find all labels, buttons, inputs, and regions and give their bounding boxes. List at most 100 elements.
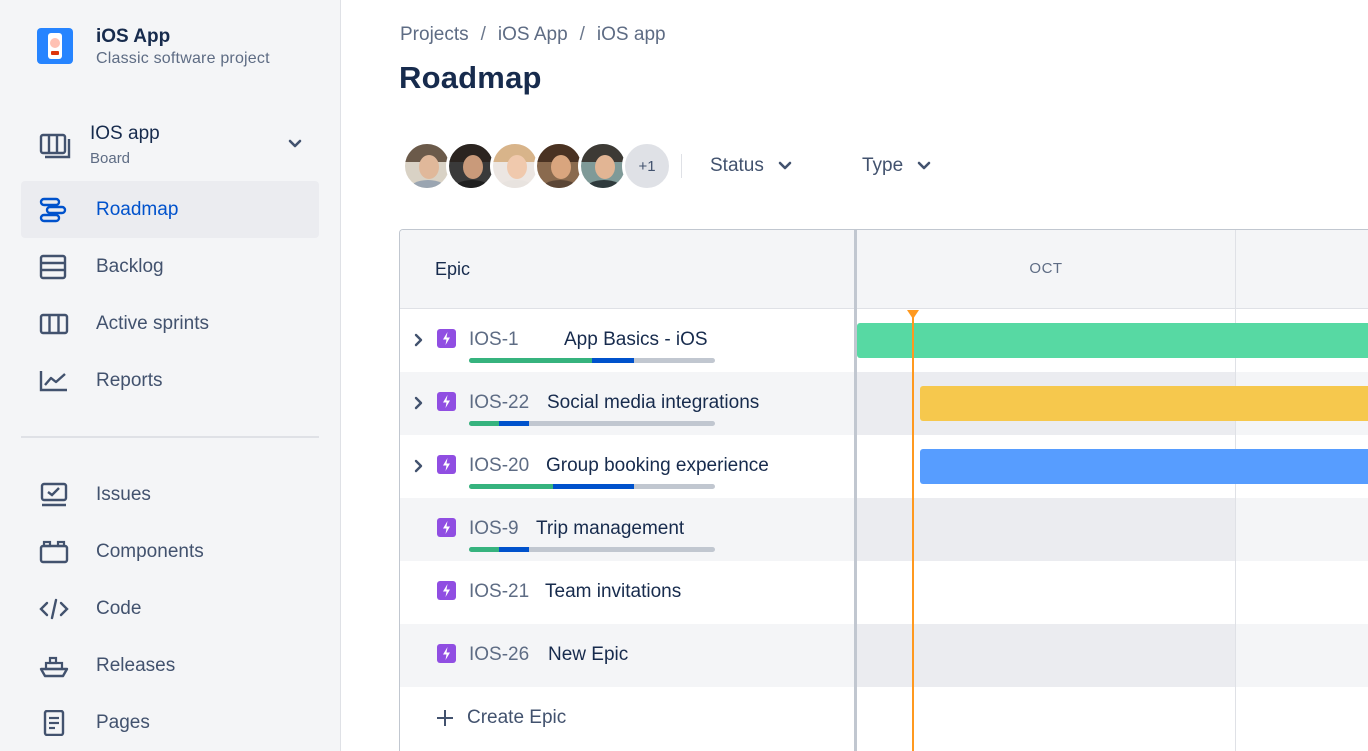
board-selector[interactable]: IOS app Board — [21, 114, 319, 174]
type-filter[interactable]: Type — [862, 155, 931, 177]
avatar[interactable] — [490, 141, 540, 191]
line-chart-icon — [39, 371, 67, 392]
timeline-row — [857, 624, 1368, 687]
plus-icon — [437, 710, 453, 726]
project-type: Classic software project — [96, 50, 270, 67]
nav-components[interactable]: Components — [21, 523, 319, 580]
progress-in-progress — [499, 421, 529, 426]
epic-row[interactable]: IOS-20 Group booking experience — [400, 435, 854, 498]
more-avatars-badge[interactable]: +1 — [622, 141, 672, 191]
project-name: iOS App — [96, 26, 171, 47]
timeline-row — [857, 435, 1368, 498]
avatar[interactable] — [578, 141, 628, 191]
nav-issues-label: Issues — [96, 484, 151, 505]
roadmap-grid: Epic IOS-1 App Basics - iOS IOS-22 Social m… — [399, 229, 1368, 751]
create-epic-button[interactable]: Create Epic — [435, 707, 566, 729]
month-label: OCT — [1029, 260, 1063, 277]
epic-row[interactable]: IOS-22 Social media integrations — [400, 372, 854, 435]
epic-key[interactable]: IOS-1 — [469, 329, 519, 351]
nav-components-label: Components — [96, 541, 204, 562]
epic-key[interactable]: IOS-9 — [469, 518, 519, 540]
project-avatar-icon — [37, 28, 73, 64]
progress-done — [469, 547, 499, 552]
project-header[interactable]: iOS App Classic software project — [37, 26, 270, 67]
epic-lightning-icon — [437, 518, 456, 537]
nav-roadmap[interactable]: Roadmap — [21, 181, 319, 238]
epic-progress-bar — [469, 484, 715, 489]
epic-progress-bar — [469, 547, 715, 552]
nav-releases[interactable]: Releases — [21, 637, 319, 694]
avatar[interactable] — [402, 141, 452, 191]
nav-code-label: Code — [96, 598, 142, 619]
epic-row[interactable]: IOS-1 App Basics - iOS — [400, 309, 854, 372]
timeline-header: OCT — [857, 230, 1368, 309]
code-icon — [39, 598, 69, 620]
epic-row[interactable]: IOS-26 New Epic — [400, 624, 854, 687]
progress-done — [469, 358, 592, 363]
nav-issues[interactable]: Issues — [21, 466, 319, 523]
epic-name[interactable]: Trip management — [536, 518, 684, 540]
board-type: Board — [90, 150, 131, 167]
epic-name[interactable]: Group booking experience — [546, 455, 769, 477]
chevron-right-icon[interactable] — [414, 459, 424, 473]
timeline-row — [857, 372, 1368, 435]
page-title: Roadmap — [399, 60, 542, 95]
epic-column: Epic IOS-1 App Basics - iOS IOS-22 Social m… — [400, 230, 857, 751]
epic-name[interactable]: App Basics - iOS — [564, 329, 708, 351]
epic-key[interactable]: IOS-26 — [469, 644, 529, 666]
nav-reports[interactable]: Reports — [21, 352, 319, 409]
epic-header-label: Epic — [435, 259, 471, 279]
chevron-right-icon[interactable] — [414, 396, 424, 410]
epic-row[interactable]: IOS-21 Team invitations — [400, 561, 854, 624]
timeline-row — [857, 309, 1368, 372]
avatar[interactable] — [446, 141, 496, 191]
breadcrumb-separator: / — [480, 24, 486, 45]
status-filter[interactable]: Status — [710, 155, 792, 177]
components-icon — [39, 540, 69, 564]
chevron-down-icon — [778, 161, 792, 170]
nav-active-sprints-label: Active sprints — [96, 313, 209, 334]
nav-backlog-label: Backlog — [96, 256, 164, 277]
today-marker — [912, 312, 914, 751]
breadcrumb-separator: / — [579, 24, 585, 45]
issues-icon — [40, 482, 68, 507]
nav-pages[interactable]: Pages — [21, 694, 319, 751]
epic-progress-bar — [469, 358, 715, 363]
breadcrumb-project[interactable]: iOS App — [498, 24, 568, 46]
ship-icon — [39, 656, 69, 678]
epic-row[interactable]: IOS-9 Trip management — [400, 498, 854, 561]
epic-timeline-bar[interactable] — [920, 449, 1368, 484]
epic-name[interactable]: Team invitations — [545, 581, 681, 603]
nav-active-sprints[interactable]: Active sprints — [21, 295, 319, 352]
epic-key[interactable]: IOS-20 — [469, 455, 529, 477]
epic-key[interactable]: IOS-21 — [469, 581, 529, 603]
progress-done — [469, 421, 499, 426]
epic-lightning-icon — [437, 644, 456, 663]
epic-name[interactable]: New Epic — [548, 644, 628, 666]
progress-done — [469, 484, 553, 489]
epic-lightning-icon — [437, 329, 456, 348]
breadcrumb-board[interactable]: iOS app — [597, 24, 666, 46]
nav-code[interactable]: Code — [21, 580, 319, 637]
epic-key[interactable]: IOS-22 — [469, 392, 529, 414]
nav-roadmap-label: Roadmap — [96, 199, 179, 220]
board-icon — [39, 133, 71, 159]
epic-timeline-bar[interactable] — [857, 323, 1368, 358]
filter-divider — [681, 154, 682, 178]
breadcrumb-projects[interactable]: Projects — [400, 24, 469, 46]
roadmap-icon — [39, 197, 67, 223]
nav-backlog[interactable]: Backlog — [21, 238, 319, 295]
nav-reports-label: Reports — [96, 370, 163, 391]
epic-name[interactable]: Social media integrations — [547, 392, 759, 414]
epic-column-header: Epic — [400, 230, 854, 309]
progress-in-progress — [553, 484, 634, 489]
page-icon — [43, 710, 65, 736]
avatar[interactable] — [534, 141, 584, 191]
epic-lightning-icon — [437, 455, 456, 474]
progress-in-progress — [592, 358, 634, 363]
epic-timeline-bar[interactable] — [920, 386, 1368, 421]
board-name: IOS app — [90, 123, 160, 144]
status-filter-label: Status — [710, 155, 764, 176]
chevron-down-icon — [288, 139, 302, 148]
chevron-right-icon[interactable] — [414, 333, 424, 347]
